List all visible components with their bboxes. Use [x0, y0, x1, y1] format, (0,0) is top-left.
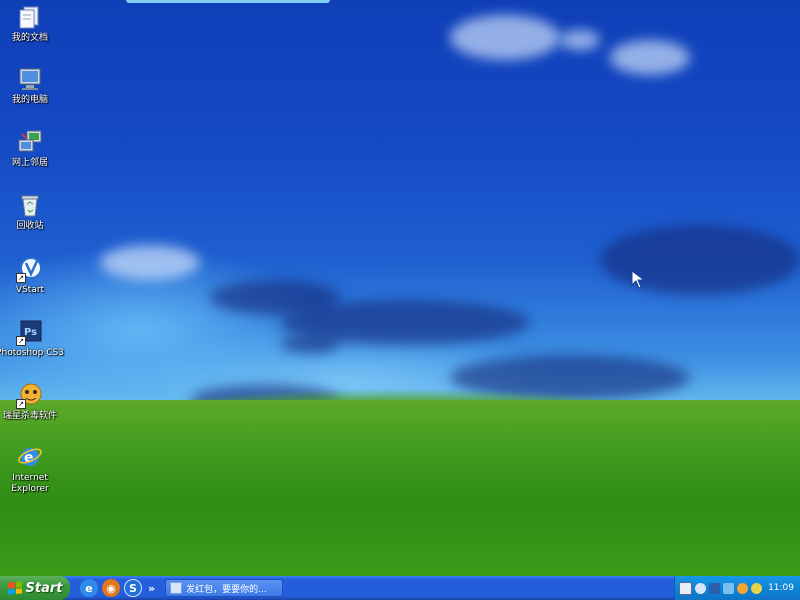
- shortcut-arrow-icon: ↗: [16, 399, 26, 409]
- desktop-icon-photoshop[interactable]: Ps ↗ Photoshop CS3: [0, 318, 67, 359]
- desktop-icon-label: 网上邻居: [11, 158, 48, 168]
- my-documents-icon: [16, 3, 44, 31]
- tray-qq-icon[interactable]: [737, 582, 748, 594]
- window-edge-strip: [126, 0, 330, 3]
- desktop-wallpaper: [0, 0, 800, 576]
- desktop-icon-vstart[interactable]: ↗ VStart: [0, 255, 67, 296]
- rising-antivirus-icon: ↗: [16, 381, 44, 409]
- windows-flag-icon: [7, 581, 22, 595]
- system-tray: 11:09: [674, 576, 800, 600]
- sogou-quicklaunch-icon[interactable]: S: [124, 579, 142, 597]
- internet-explorer-icon: e: [16, 443, 44, 471]
- tray-volume-icon[interactable]: [723, 582, 734, 594]
- desktop-icon-label: 我的文档: [11, 33, 48, 43]
- desktop-icon-label: Internet Explorer: [11, 473, 49, 494]
- desktop-icon-network-places[interactable]: 网上邻居: [0, 128, 67, 169]
- firefox-quicklaunch-icon[interactable]: ◉: [102, 579, 120, 597]
- desktop-icon-recycle-bin[interactable]: 回收站: [0, 191, 67, 232]
- desktop-icon-internet-explorer[interactable]: e Internet Explorer: [0, 443, 67, 495]
- quick-launch-bar: e ◉ S: [80, 579, 142, 597]
- desktop-icon-label: Photoshop CS3: [0, 348, 64, 358]
- desktop-icon-my-documents[interactable]: 我的文档: [0, 3, 67, 44]
- tray-back-arrow-icon[interactable]: [695, 582, 706, 594]
- quick-launch-overflow-icon[interactable]: »: [148, 582, 155, 595]
- desktop-icon-label: 回收站: [16, 221, 44, 231]
- shortcut-arrow-icon: ↗: [16, 273, 26, 283]
- desktop-icon-label: 我的电脑: [11, 95, 48, 105]
- taskbar: Start e ◉ S » 发红包，要要你的... 11:09: [0, 576, 800, 600]
- recycle-bin-icon: [16, 191, 44, 219]
- tray-battery-icon[interactable]: [679, 581, 692, 595]
- desktop-icon-label: 瑞星杀毒软件: [2, 411, 57, 421]
- my-computer-icon: [16, 65, 44, 93]
- tray-security-icon[interactable]: [751, 582, 762, 594]
- desktop-icon-label: VStart: [15, 285, 45, 295]
- start-button[interactable]: Start: [0, 576, 70, 600]
- mouse-cursor-icon: [631, 270, 646, 289]
- ie-quicklaunch-icon[interactable]: e: [80, 579, 98, 597]
- green-hills: [0, 400, 800, 576]
- taskbar-window-label: 发红包，要要你的...: [186, 584, 267, 595]
- start-label: Start: [25, 580, 63, 596]
- photoshop-icon: Ps ↗: [16, 318, 44, 346]
- vstart-icon: ↗: [16, 255, 44, 283]
- taskbar-window-button[interactable]: 发红包，要要你的...: [165, 579, 284, 597]
- window-app-icon: [170, 582, 183, 594]
- shortcut-arrow-icon: ↗: [16, 336, 26, 346]
- taskbar-clock[interactable]: 11:09: [768, 583, 794, 593]
- desktop-icon-my-computer[interactable]: 我的电脑: [0, 65, 67, 106]
- tray-network-icon[interactable]: [709, 582, 720, 594]
- network-places-icon: [16, 128, 44, 156]
- desktop-icon-rising-antivirus[interactable]: ↗ 瑞星杀毒软件: [0, 381, 67, 422]
